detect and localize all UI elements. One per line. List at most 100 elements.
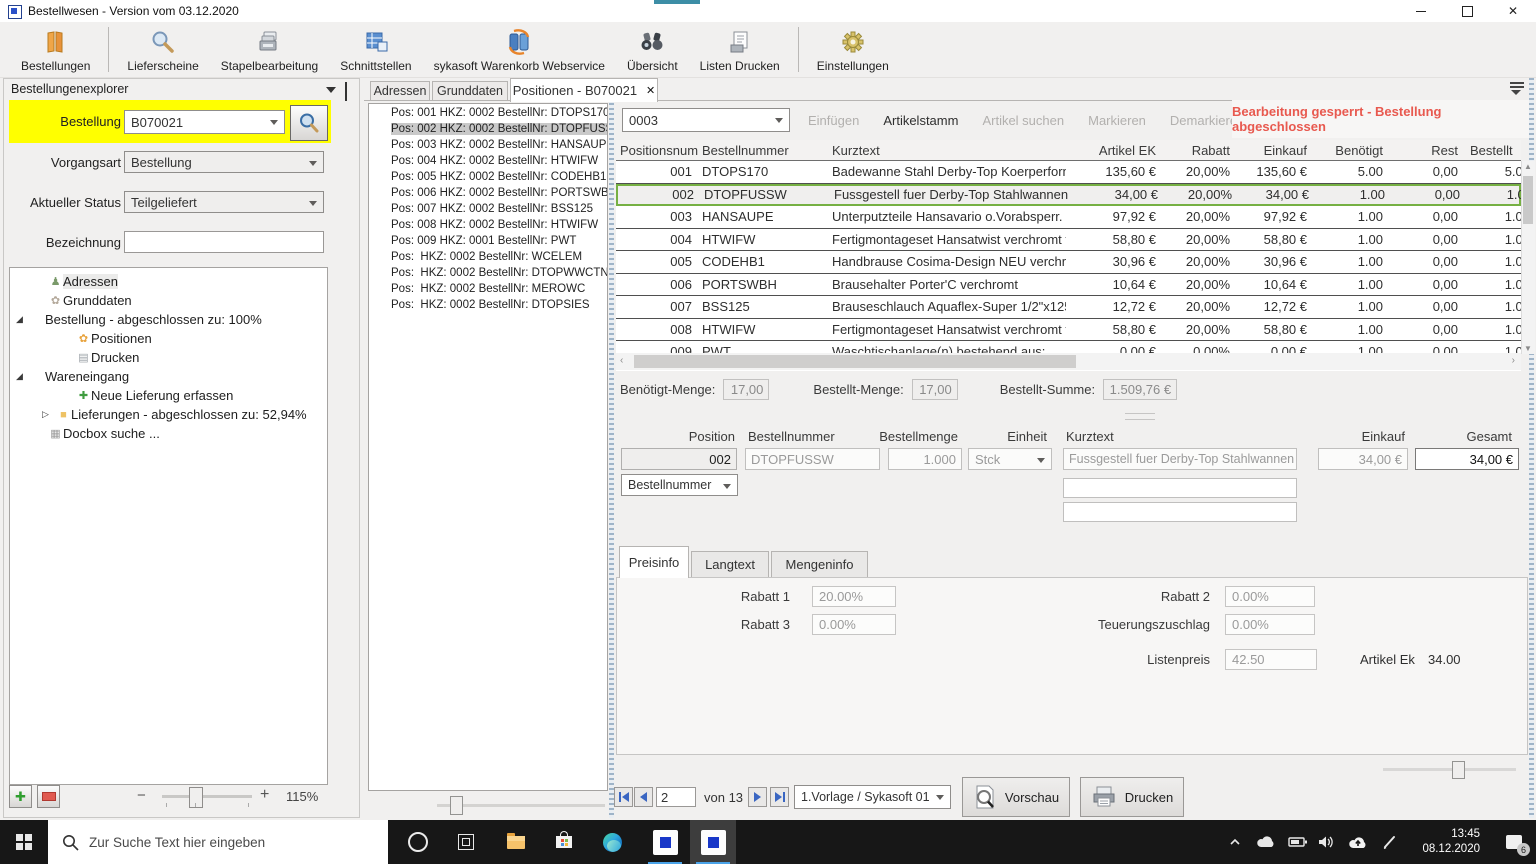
tree-item[interactable]: ▦ Docbox suche ... — [10, 424, 327, 443]
print-template-combo[interactable]: 1.Vorlage / Sykasoft 01 — [794, 785, 951, 809]
app-button-1[interactable] — [642, 820, 688, 864]
position-list-item[interactable]: Pos: 004 HKZ: 0002 BestellNr: HTWIFW — [369, 155, 607, 171]
volume-tray-button[interactable] — [1318, 820, 1336, 864]
bestellung-search-button[interactable] — [290, 105, 328, 141]
action-link[interactable]: Artikelstamm — [883, 113, 958, 128]
toolbar-listen-drucken-button[interactable]: Listen Drucken — [689, 22, 791, 77]
table-vertical-scrollbar[interactable]: ▲ ▼ — [1521, 161, 1535, 354]
einheit-combo[interactable]: Stck — [968, 448, 1052, 470]
table-row[interactable]: 008 HTWIFW Fertigmontageset Hansatwist v… — [616, 318, 1521, 341]
vertical-splitter[interactable] — [609, 78, 614, 818]
field-selector-combo[interactable]: Bestellnummer — [621, 474, 738, 496]
position-list-item[interactable]: Pos: 005 HKZ: 0002 BestellNr: CODEHB1 — [369, 171, 607, 187]
tab-preisinfo[interactable]: Preisinfo — [619, 546, 689, 578]
toolbar-stapelbearbeitung-button[interactable]: Stapelbearbeitung — [210, 22, 329, 77]
maximize-button[interactable] — [1444, 0, 1490, 22]
position-list-item[interactable]: Pos: HKZ: 0002 BestellNr: DTOPWWCTN — [369, 267, 607, 283]
bestellnummer-field[interactable]: DTOPFUSSW — [745, 448, 880, 470]
table-row[interactable]: 001 DTOPS170 Badewanne Stahl Derby-Top K… — [616, 161, 1521, 184]
position-list-item[interactable]: Pos: 008 HKZ: 0002 BestellNr: HTWIFW — [369, 219, 607, 235]
vorschau-button[interactable]: Vorschau — [962, 777, 1070, 817]
listenpreis-field[interactable]: 42.50 — [1225, 649, 1317, 670]
chevron-down-icon[interactable] — [326, 87, 336, 93]
zoom-in-control[interactable]: + — [260, 786, 269, 804]
previous-page-button[interactable] — [634, 787, 653, 807]
position-list-item[interactable]: Pos: 001 HKZ: 0002 BestellNr: DTOPS170 — [369, 107, 607, 123]
detail-slider-thumb[interactable] — [1452, 761, 1465, 779]
tab-grunddaten[interactable]: Grunddaten — [432, 81, 508, 101]
detail-slider[interactable] — [1383, 768, 1516, 771]
task-view-button[interactable] — [444, 820, 488, 864]
action-link[interactable]: Artikel suchen — [982, 113, 1064, 128]
close-button[interactable]: ✕ — [1490, 0, 1536, 22]
pin-icon[interactable] — [345, 82, 354, 101]
rabatt1-field[interactable]: 20.00% — [812, 586, 896, 607]
tree-item[interactable]: ✿ Positionen — [10, 329, 327, 348]
toolbar-einstellungen-button[interactable]: Einstellungen — [806, 22, 900, 77]
tree-expander-icon[interactable]: ▷ — [42, 409, 56, 420]
position-list-item[interactable]: Pos: 002 HKZ: 0002 BestellNr: DTOPFUSSW — [369, 123, 607, 139]
remove-button[interactable] — [37, 785, 60, 808]
file-explorer-button[interactable] — [494, 820, 538, 864]
position-list-item[interactable]: Pos: HKZ: 0002 BestellNr: MEROWC — [369, 283, 607, 299]
first-page-button[interactable] — [614, 787, 633, 807]
tree-expander-icon[interactable]: ◢ — [16, 371, 30, 382]
toolbar-bestellungen-button[interactable]: Bestellungen — [10, 22, 101, 77]
position-list-item[interactable]: Pos: 007 HKZ: 0002 BestellNr: BSS125 — [369, 203, 607, 219]
tree-item[interactable]: ✚ Neue Lieferung erfassen — [10, 386, 327, 405]
backup-tray-button[interactable] — [1348, 820, 1368, 864]
notification-center-button[interactable]: 6 — [1494, 820, 1534, 864]
scroll-right-icon[interactable]: › — [1512, 355, 1515, 366]
pane-menu-icon[interactable] — [1510, 82, 1524, 96]
bestellmenge-field[interactable]: 1.000 — [888, 448, 962, 470]
tree-item[interactable]: ♟ Adressen — [10, 272, 327, 291]
tree-item[interactable]: ▷ ■ Lieferungen - abgeschlossen zu: 52,9… — [10, 405, 327, 424]
zoom-slider-thumb[interactable] — [189, 787, 203, 808]
tab-adressen[interactable]: Adressen — [370, 81, 430, 101]
last-page-button[interactable] — [770, 787, 789, 807]
minimize-button[interactable] — [1398, 0, 1444, 22]
position-list-item[interactable]: Pos: HKZ: 0002 BestellNr: WCELEM — [369, 251, 607, 267]
tab-mengeninfo[interactable]: Mengeninfo — [771, 551, 868, 577]
hscroll-thumb[interactable] — [634, 355, 1076, 368]
toolbar-uebersicht-button[interactable]: Übersicht — [616, 22, 689, 77]
tree-item[interactable]: ◢ Bestellung - abgeschlossen zu: 100% — [10, 310, 327, 329]
tree-expander-icon[interactable]: ◢ — [16, 314, 30, 325]
scroll-down-icon[interactable]: ▼ — [1524, 344, 1532, 353]
tree-item[interactable]: ▤ Drucken — [10, 348, 327, 367]
list-slider-thumb[interactable] — [450, 796, 463, 815]
battery-tray-button[interactable] — [1288, 820, 1308, 864]
scroll-left-icon[interactable]: ‹ — [620, 355, 623, 366]
scroll-up-icon[interactable]: ▲ — [1524, 162, 1532, 171]
tree-item[interactable]: ✿ Grunddaten — [10, 291, 327, 310]
add-button[interactable]: ✚ — [9, 785, 32, 808]
cortana-button[interactable] — [396, 820, 440, 864]
page-number-input[interactable] — [656, 787, 696, 807]
table-horizontal-scrollbar[interactable]: ‹ › — [616, 353, 1521, 370]
taskbar-clock[interactable]: 13:45 08.12.2020 — [1412, 820, 1482, 864]
splitter-grip[interactable] — [1125, 413, 1155, 420]
position-list-item[interactable]: Pos: 003 HKZ: 0002 BestellNr: HANSAUPE — [369, 139, 607, 155]
position-filter-combo[interactable]: 0003 — [622, 108, 790, 132]
rabatt3-field[interactable]: 0.00% — [812, 614, 896, 635]
kurztext-field[interactable]: Fussgestell fuer Derby-Top Stahlwannen — [1063, 448, 1297, 470]
toolbar-schnittstellen-button[interactable]: Schnittstellen — [329, 22, 422, 77]
drucken-button[interactable]: Drucken — [1080, 777, 1184, 817]
gesamt-field[interactable]: 34,00 € — [1415, 448, 1519, 470]
position-list-item[interactable]: Pos: 009 HKZ: 0001 BestellNr: PWT — [369, 235, 607, 251]
next-page-button[interactable] — [748, 787, 767, 807]
bestellung-combo[interactable]: B070021 — [124, 110, 285, 134]
action-link[interactable]: Markieren — [1088, 113, 1146, 128]
kurztext-line2-field[interactable] — [1063, 478, 1297, 498]
table-row[interactable]: 007 BSS125 Brauseschlauch Aquaflex-Super… — [616, 296, 1521, 319]
table-row[interactable]: 002 DTOPFUSSW Fussgestell fuer Derby-Top… — [616, 183, 1521, 206]
kurztext-line3-field[interactable] — [1063, 502, 1297, 522]
table-row[interactable]: 006 PORTSWBH Brausehalter Porter'C verch… — [616, 273, 1521, 296]
action-link[interactable]: Einfügen — [808, 113, 859, 128]
table-row[interactable]: 005 CODEHB1 Handbrause Cosima-Design NEU… — [616, 251, 1521, 274]
edge-button[interactable] — [590, 820, 634, 864]
close-tab-icon[interactable]: ✕ — [646, 84, 655, 97]
app-button-2-active[interactable] — [690, 820, 736, 864]
start-button[interactable] — [0, 820, 48, 864]
toolbar-lieferscheine-button[interactable]: Lieferscheine — [116, 22, 209, 77]
